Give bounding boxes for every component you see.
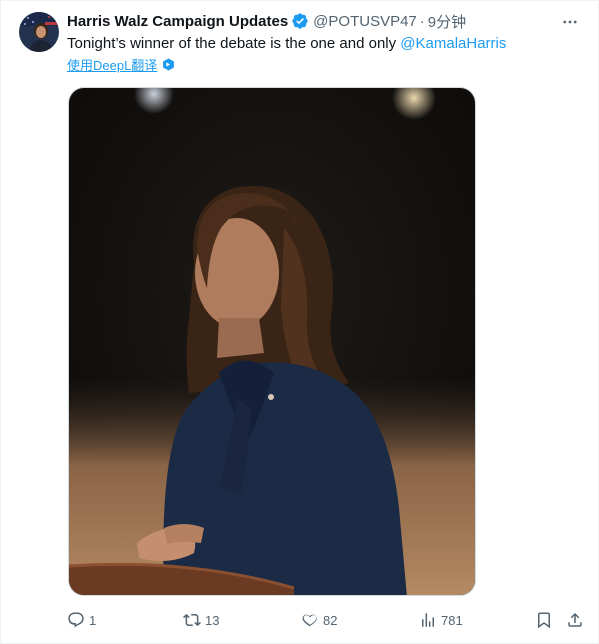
tweet-card[interactable]: Harris Walz Campaign Updates @POTUSVP47 … [0, 0, 599, 644]
avatar[interactable] [19, 12, 59, 52]
tweet-header: Harris Walz Campaign Updates @POTUSVP47 … [67, 10, 578, 32]
retweet-button[interactable]: 13 [183, 610, 219, 630]
reply-count: 1 [89, 612, 97, 628]
author-name[interactable]: Harris Walz Campaign Updates [67, 13, 288, 30]
translate-icon [162, 58, 175, 71]
photo-image [69, 88, 475, 595]
views-icon [422, 613, 434, 627]
tweet-actions: 1 13 82 781 [67, 610, 587, 632]
verified-badge-icon [291, 12, 309, 30]
author-handle[interactable]: @POTUSVP47 [313, 13, 417, 30]
views-button[interactable]: 781 [419, 610, 463, 630]
mention-link[interactable]: @KamalaHarris [400, 35, 506, 52]
views-count: 781 [441, 612, 463, 628]
like-count: 82 [323, 612, 338, 628]
share-button[interactable] [566, 610, 588, 630]
tweet-text: Tonight’s winner of the debate is the on… [67, 34, 578, 54]
translate-link[interactable]: 使用DeepL翻译 [67, 55, 175, 74]
share-icon [568, 612, 582, 627]
like-button[interactable]: 82 [301, 610, 337, 630]
bookmark-icon [538, 612, 550, 629]
like-icon [302, 614, 317, 627]
separator-dot: · [419, 12, 425, 30]
retweet-count: 13 [205, 612, 220, 628]
avatar-image [19, 12, 59, 52]
retweet-icon [183, 613, 201, 627]
tweet-photo[interactable] [68, 87, 476, 596]
timestamp[interactable]: 9分钟 [428, 11, 466, 32]
bookmark-button[interactable] [535, 610, 557, 630]
reply-button[interactable]: 1 [67, 610, 96, 630]
more-icon[interactable] [560, 12, 580, 32]
tweet-text-body: Tonight’s winner of the debate is the on… [67, 35, 401, 52]
translate-label[interactable]: 使用DeepL翻译 [67, 55, 157, 74]
reply-icon [68, 612, 84, 628]
